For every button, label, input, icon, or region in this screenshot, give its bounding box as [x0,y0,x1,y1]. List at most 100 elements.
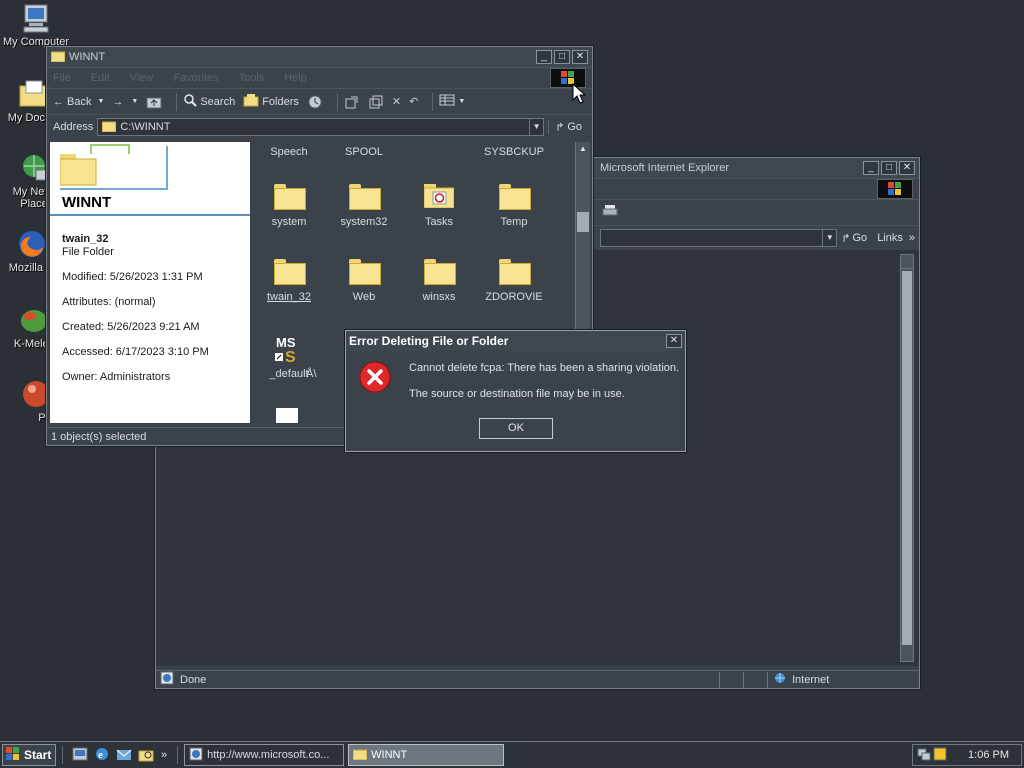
dialog-detail: The source or destination file may be in… [409,388,625,400]
maximize-icon[interactable]: □ [881,161,897,175]
scroll-up-icon[interactable] [901,255,913,269]
ie-quicklaunch-icon[interactable]: e [94,746,110,765]
menu-edit[interactable]: Edit [91,72,110,84]
folders-icon [243,93,259,110]
forward-arrow-icon: → [112,95,124,108]
show-desktop-icon[interactable] [72,746,88,765]
close-icon[interactable]: ✕ [899,161,915,175]
chevron-right-icon[interactable]: » [909,232,915,244]
close-icon[interactable]: ✕ [572,50,588,64]
close-icon[interactable]: ✕ [666,334,682,348]
list-item[interactable]: Tasks [402,184,476,228]
list-item[interactable]: system32 [327,184,401,228]
task-button-ie[interactable]: http://www.microsoft.co... [184,744,345,766]
chevron-down-icon[interactable]: ▼ [97,98,104,105]
task-button-winnt[interactable]: WINNT [348,744,505,766]
file-item-label[interactable]: SPOOL [327,146,401,158]
svg-text:e: e [98,749,103,761]
history-icon[interactable] [307,95,323,109]
search-icon [183,93,198,110]
menu-tools[interactable]: Tools [239,72,265,84]
list-item[interactable]: winsxs [402,259,476,303]
svg-text:S: S [285,349,296,364]
panel-selected-name: twain_32 [62,233,109,245]
chevron-down-icon[interactable]: ▼ [822,230,836,246]
back-button[interactable]: ← Back ▼ [53,96,104,108]
move-to-icon[interactable] [344,95,360,109]
windows-logo-icon [877,179,913,199]
list-item[interactable]: ZDOROVIE [477,259,551,303]
toolbar-separator [176,92,178,111]
views-button[interactable]: ▼ [439,94,465,109]
delete-icon[interactable]: ✕ [392,95,401,108]
network-tray-icon[interactable] [917,747,931,764]
status-pane [719,671,743,688]
ie-vertical-scrollbar[interactable] [900,254,914,662]
computer-icon [20,2,52,34]
folder-icon [59,154,97,186]
folders-label: Folders [262,95,299,108]
explorer-toolbar: ← Back ▼ → ▼ Search Folders ✕ ↶ ▼ [47,89,592,115]
copy-to-icon[interactable] [368,95,384,109]
ie-zone-pane: Internet [767,671,915,688]
chevron-down-icon[interactable]: ▼ [458,98,465,105]
start-button[interactable]: Start [2,744,56,766]
menu-file[interactable]: File [53,72,71,84]
list-item[interactable]: twain_32 [252,259,326,303]
minimize-icon[interactable]: _ [536,50,552,64]
file-item-label: twain_32 [266,291,312,303]
scrollbar-thumb[interactable] [902,271,912,645]
file-item-label[interactable]: SYSBCKUP [477,146,551,158]
search-label: Search [200,95,236,108]
menu-view[interactable]: View [130,72,154,84]
ie-links-label[interactable]: Links [877,232,903,244]
task-label: http://www.microsoft.co... [207,749,330,761]
go-button[interactable]: ↱ Go [548,120,588,134]
views-icon [439,94,455,109]
ie-status-text: Done [180,673,207,686]
security-tray-icon[interactable] [933,747,947,764]
chevron-down-icon[interactable]: ▼ [529,119,543,135]
search-button[interactable]: Search [183,93,235,110]
outlook-quicklaunch-icon[interactable] [116,746,132,765]
file-icon[interactable] [276,408,298,423]
minimize-icon[interactable]: _ [863,161,879,175]
folder-icon [50,50,66,65]
file-item-label[interactable]: Speech [252,146,326,158]
folder-icon [349,184,381,210]
error-dialog[interactable]: Error Deleting File or Folder ✕ Cannot d… [345,330,686,452]
list-item[interactable]: system [252,184,326,228]
dialog-titlebar[interactable]: Error Deleting File or Folder ✕ [346,331,685,351]
maximize-icon[interactable]: □ [554,50,570,64]
taskbar: Start e » http://www.microsoft.co... WIN… [0,741,1024,768]
chevron-right-icon[interactable]: » [161,749,167,761]
go-arrow-icon: ↱ [841,232,851,245]
menu-help[interactable]: Help [284,72,307,84]
forward-button[interactable]: → ▼ [112,96,138,108]
folder-icon [274,259,306,285]
desktop-icon-my-computer[interactable]: My Computer [0,2,72,48]
scrollbar-thumb[interactable] [577,212,589,232]
folder-icon [499,259,531,285]
print-icon[interactable] [602,204,618,221]
go-arrow-icon: ↱ [555,121,565,134]
ie-address-input[interactable]: ▼ [600,229,838,247]
scroll-up-icon[interactable]: ▲ [576,142,590,156]
panel-folder-name: WINNT [62,194,112,211]
windows-logo-icon [6,746,20,764]
up-folder-icon[interactable] [146,95,162,109]
folders-button[interactable]: Folders [243,93,299,110]
ok-button[interactable]: OK [479,418,553,439]
firefox-icon [16,228,48,260]
list-item[interactable]: Å\ [306,368,326,380]
undo-icon[interactable]: ↶ [409,95,418,108]
ie-go-button[interactable]: ↱ Go [841,232,867,245]
explorer-quicklaunch-icon[interactable] [138,746,154,765]
list-item[interactable]: Web [327,259,401,303]
file-item-label: Tasks [424,216,454,228]
address-input[interactable]: C:\WINNT ▼ [97,118,545,136]
list-item[interactable]: Temp [477,184,551,228]
menu-favorites[interactable]: Favorites [173,72,218,84]
explorer-titlebar[interactable]: WINNT _ □ ✕ [47,47,592,67]
chevron-down-icon[interactable]: ▼ [131,98,138,105]
